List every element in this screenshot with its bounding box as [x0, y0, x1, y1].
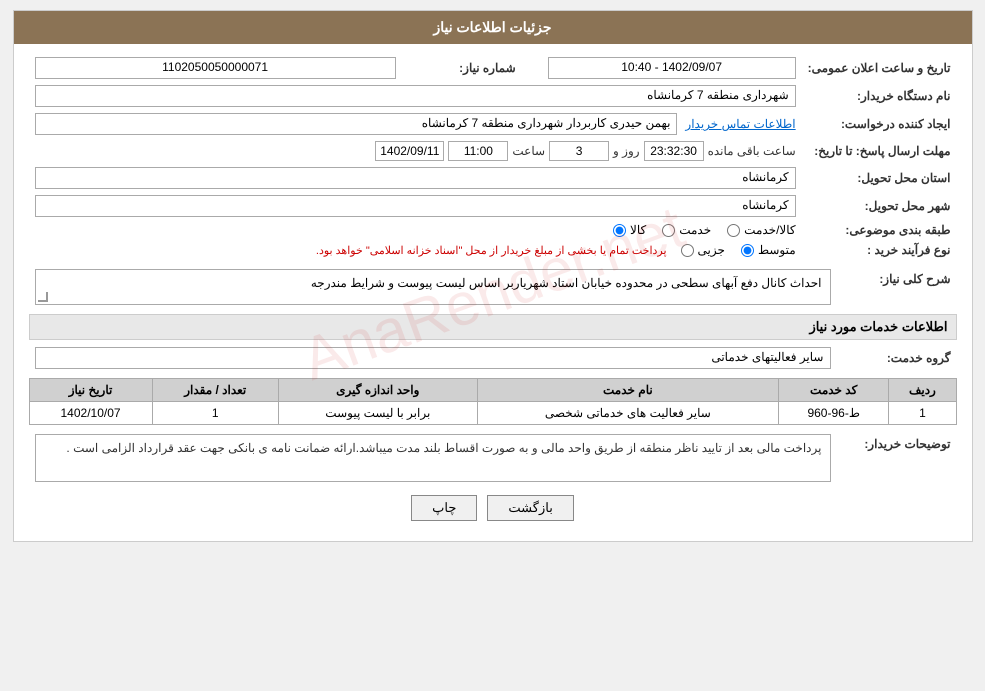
info-table: تاریخ و ساعت اعلان عمومی: 1402/09/07 - 1… [29, 54, 957, 260]
need-number-value: 1102050050000071 [35, 57, 396, 79]
service-group-label: گروه خدمت: [837, 344, 957, 372]
table-row: 1 ط-96-960 سایر فعالیت های خدماتی شخصی ب… [29, 402, 956, 425]
buyer-org-label: نام دستگاه خریدار: [802, 82, 957, 110]
process-label: نوع فرآیند خرید : [802, 240, 957, 260]
col-code: کد خدمت [779, 379, 889, 402]
date-label: تاریخ و ساعت اعلان عمومی: [802, 54, 957, 82]
buyer-org-value: شهرداری منطقه 7 کرمانشاه [35, 85, 796, 107]
process-radio-medium[interactable] [741, 244, 754, 257]
category-option3-label: کالا/خدمت [744, 223, 795, 237]
category-radio-khedmat[interactable] [662, 224, 675, 237]
contact-link[interactable]: اطلاعات تماس خریدار [685, 117, 795, 131]
buyer-desc-box: پرداخت مالی بعد از تایید ناظر منطقه از ط… [35, 434, 831, 482]
service-group-value: سایر فعالیتهای خدماتی [35, 347, 831, 369]
cell-unit: برابر با لیست پیوست [278, 402, 477, 425]
col-row: ردیف [889, 379, 956, 402]
button-row: بازگشت چاپ [29, 495, 957, 521]
city-label: شهر محل تحویل: [802, 192, 957, 220]
process-option-medium[interactable]: متوسط [741, 243, 796, 257]
creator-value: بهمن حیدری کاربردار شهرداری منطقه 7 کرما… [35, 113, 678, 135]
category-radio-kala[interactable] [613, 224, 626, 237]
services-data-table: ردیف کد خدمت نام خدمت واحد اندازه گیری ت… [29, 378, 957, 425]
buyer-desc-table: توضیحات خریدار: پرداخت مالی بعد از تایید… [29, 431, 957, 485]
cell-qty: 1 [152, 402, 278, 425]
description-box: احداث کانال دفع آبهای سطحی در محدوده خیا… [35, 269, 831, 305]
process-option2-label: متوسط [758, 243, 796, 257]
deadline-date: 1402/09/11 [375, 141, 444, 161]
remaining-time: 23:32:30 [644, 141, 704, 161]
category-option2-label: خدمت [679, 223, 711, 237]
category-option-khedmat[interactable]: خدمت [662, 223, 711, 237]
cell-row: 1 [889, 402, 956, 425]
category-label: طبقه بندی موضوعی: [802, 220, 957, 240]
creator-label: ایجاد کننده درخواست: [802, 110, 957, 138]
category-option-kala[interactable]: کالا [613, 223, 646, 237]
print-button[interactable]: چاپ [411, 495, 477, 521]
province-value: کرمانشاه [35, 167, 796, 189]
remaining-label: ساعت باقی مانده [708, 144, 796, 158]
days-value: 3 [549, 141, 609, 161]
date-value: 1402/09/07 - 10:40 [548, 57, 796, 79]
process-radio-group: متوسط جزیی [681, 243, 796, 257]
service-group-table: گروه خدمت: سایر فعالیتهای خدماتی [29, 344, 957, 372]
process-note: پرداخت تمام یا بخشی از مبلغ خریدار از مح… [316, 244, 667, 257]
col-name: نام خدمت [477, 379, 778, 402]
cell-code: ط-96-960 [779, 402, 889, 425]
resize-handle[interactable] [38, 292, 48, 302]
back-button[interactable]: بازگشت [487, 495, 573, 521]
col-unit: واحد اندازه گیری [278, 379, 477, 402]
description-table: شرح کلی نیاز: احداث کانال دفع آبهای سطحی… [29, 266, 957, 308]
process-radio-small[interactable] [681, 244, 694, 257]
category-radio-group: کالا/خدمت خدمت کالا [35, 223, 796, 237]
process-option1-label: جزیی [698, 243, 725, 257]
days-label: روز و [613, 144, 640, 158]
category-radio-kala-khedmat[interactable] [727, 224, 740, 237]
cell-name: سایر فعالیت های خدماتی شخصی [477, 402, 778, 425]
col-qty: تعداد / مقدار [152, 379, 278, 402]
buyer-desc-text: پرداخت مالی بعد از تایید ناظر منطقه از ط… [66, 441, 821, 455]
page-title: جزئیات اطلاعات نیاز [433, 19, 551, 35]
page-header: جزئیات اطلاعات نیاز [14, 11, 972, 44]
province-label: استان محل تحویل: [802, 164, 957, 192]
buyer-desc-label: توضیحات خریدار: [837, 431, 957, 485]
time-label: ساعت [512, 144, 545, 158]
col-date: تاریخ نیاز [29, 379, 152, 402]
deadline-label: مهلت ارسال پاسخ: تا تاریخ: [802, 138, 957, 164]
deadline-time: 11:00 [448, 141, 508, 161]
process-option-small[interactable]: جزیی [681, 243, 725, 257]
description-text: احداث کانال دفع آبهای سطحی در محدوده خیا… [311, 276, 822, 290]
description-label: شرح کلی نیاز: [837, 266, 957, 308]
category-option1-label: کالا [630, 223, 646, 237]
need-number-label: شماره نیاز: [402, 54, 522, 82]
services-section-header: اطلاعات خدمات مورد نیاز [29, 314, 957, 340]
city-value: کرمانشاه [35, 195, 796, 217]
cell-date: 1402/10/07 [29, 402, 152, 425]
category-option-kala-khedmat[interactable]: کالا/خدمت [727, 223, 795, 237]
